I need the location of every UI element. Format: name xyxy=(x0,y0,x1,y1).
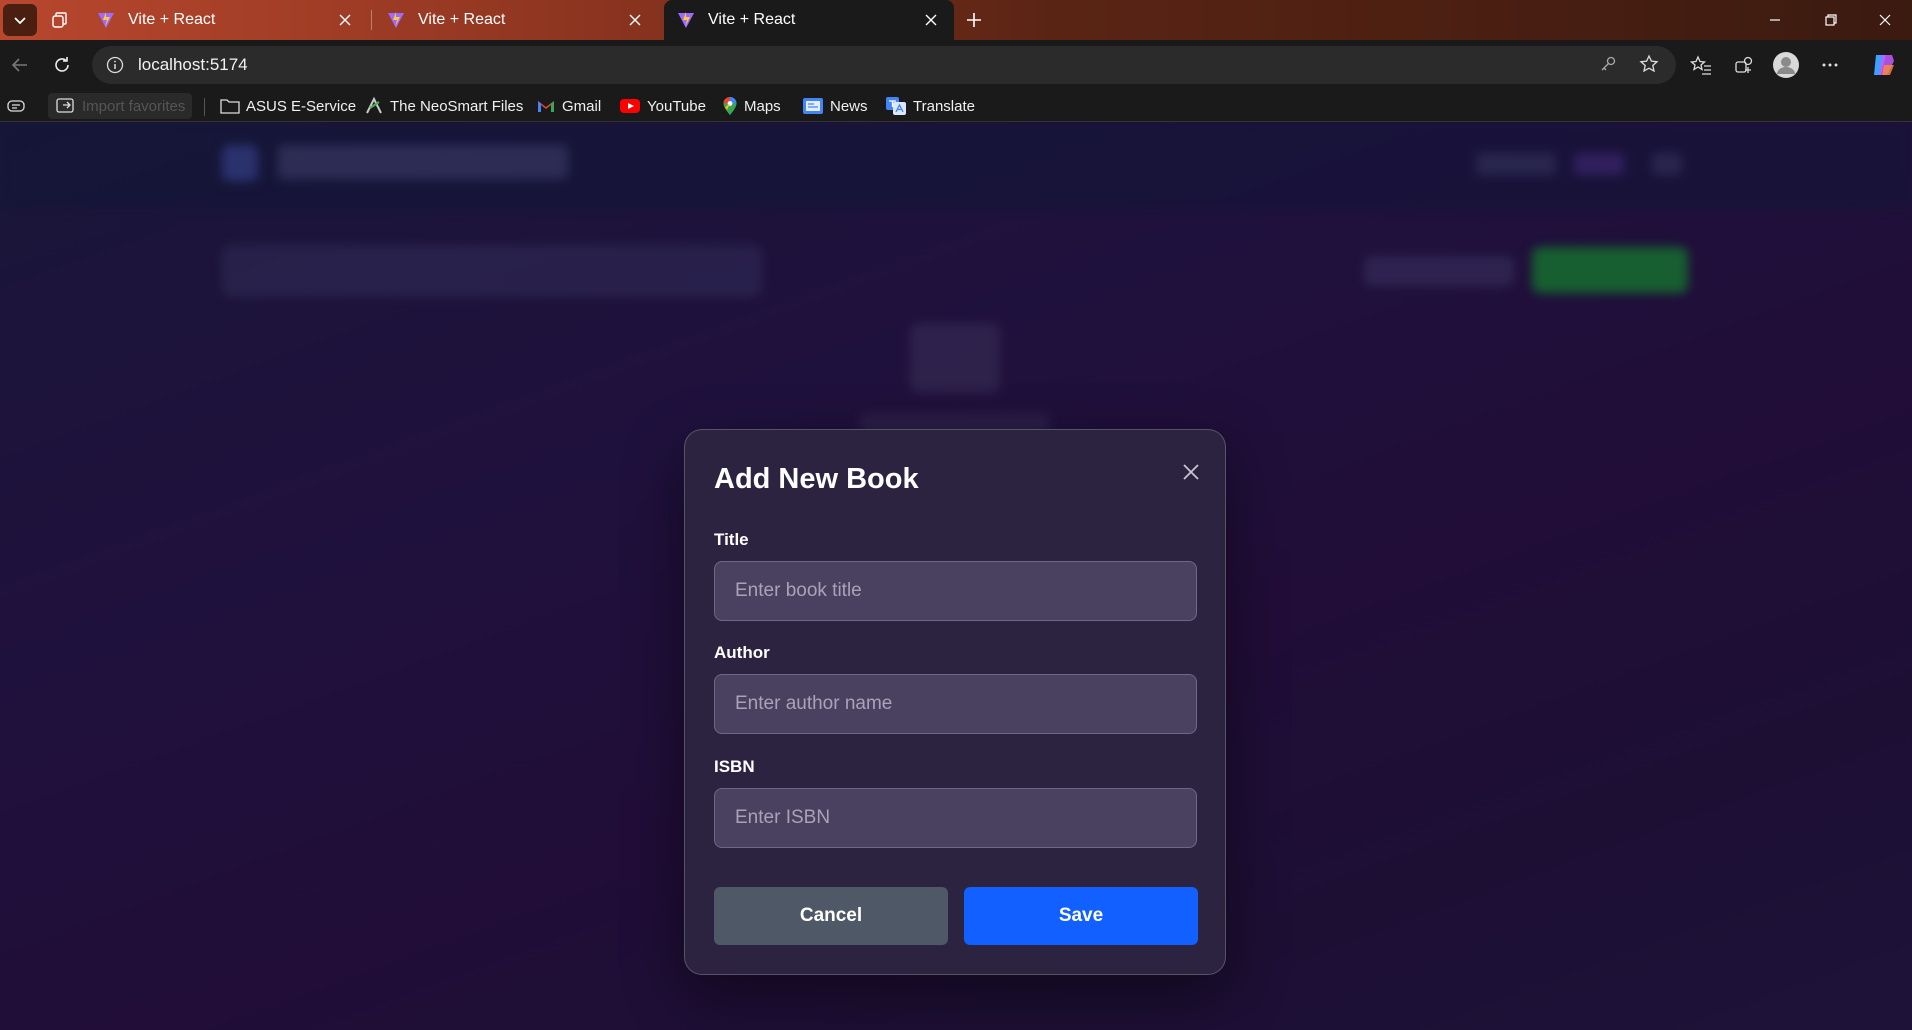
cancel-button[interactable]: Cancel xyxy=(714,887,948,945)
gmail-icon xyxy=(538,101,554,112)
bookmark-translate[interactable]: Translate xyxy=(885,93,975,119)
close-tab-icon[interactable] xyxy=(334,9,356,31)
minimize-icon xyxy=(1770,19,1780,21)
translate-icon xyxy=(886,97,906,115)
browser-toolbar: localhost:5174 xyxy=(0,40,1912,90)
import-favorites-label: Import favorites xyxy=(82,97,186,115)
title-input[interactable] xyxy=(714,561,1197,621)
vite-favicon-icon xyxy=(388,12,404,28)
refresh-button[interactable] xyxy=(44,48,80,82)
bookmark-label: Translate xyxy=(913,97,975,115)
bookmark-youtube[interactable]: YouTube xyxy=(619,93,706,119)
plus-icon xyxy=(967,13,981,27)
favorites-button[interactable] xyxy=(1683,48,1719,82)
vite-favicon-icon xyxy=(98,12,114,28)
restore-button[interactable] xyxy=(1804,0,1858,40)
bookmark-label: ASUS E-Service xyxy=(246,97,357,115)
tab-label: Vite + React xyxy=(708,11,796,28)
address-bar[interactable]: localhost:5174 xyxy=(92,46,1676,84)
neosmart-icon xyxy=(366,96,382,114)
close-icon xyxy=(1879,14,1891,26)
collections-button[interactable] xyxy=(1726,48,1762,82)
back-button[interactable] xyxy=(2,48,38,82)
close-icon xyxy=(1183,464,1199,480)
add-book-modal: Add New Book Title Author ISBN Cancel Sa… xyxy=(684,429,1226,975)
page-viewport: Add New Book Title Author ISBN Cancel Sa… xyxy=(0,123,1912,1030)
bookmark-gmail[interactable]: Gmail xyxy=(536,93,601,119)
tab-actions-menu-button[interactable] xyxy=(3,4,37,36)
chevron-down-icon xyxy=(14,17,26,25)
tab-label: Vite + React xyxy=(418,11,506,28)
tab-separator xyxy=(371,10,372,30)
news-icon xyxy=(803,98,823,114)
modal-title: Add New Book xyxy=(714,463,919,495)
bookmark-label: YouTube xyxy=(647,97,706,115)
bookmark-label: Gmail xyxy=(562,97,602,115)
favorite-star-button[interactable] xyxy=(1634,49,1664,79)
modal-close-button[interactable] xyxy=(1175,456,1207,488)
more-menu-button[interactable] xyxy=(1812,48,1848,82)
favorites-list-icon xyxy=(1690,55,1711,75)
bookmark-neosmart-files[interactable]: The NeoSmart Files xyxy=(364,93,523,119)
author-field-label: Author xyxy=(714,643,770,662)
bookmark-label: News xyxy=(830,97,868,115)
bookmark-asus-e-service[interactable]: ASUS E-Service xyxy=(220,93,356,119)
browser-title-bar: Vite + React Vite + React Vite + React xyxy=(0,0,1912,40)
copilot-button[interactable] xyxy=(1866,48,1902,82)
minimize-button[interactable] xyxy=(1748,0,1802,40)
key-icon xyxy=(1601,56,1616,71)
browser-tab-2[interactable]: Vite + React xyxy=(374,0,658,40)
tab-label: Vite + React xyxy=(128,11,216,28)
save-button[interactable]: Save xyxy=(964,887,1198,945)
browser-tab-active[interactable]: Vite + React xyxy=(664,0,954,40)
new-tab-button[interactable] xyxy=(957,4,991,36)
more-dots-icon xyxy=(1822,63,1838,67)
browser-tab-1[interactable]: Vite + React xyxy=(84,0,368,40)
import-icon xyxy=(56,98,74,113)
youtube-icon xyxy=(620,99,640,113)
star-icon xyxy=(1639,54,1659,73)
folder-icon xyxy=(220,99,240,114)
reading-view-icon xyxy=(7,100,25,112)
site-info-icon[interactable] xyxy=(106,56,124,74)
workspaces-icon xyxy=(52,12,67,28)
workspaces-button[interactable] xyxy=(43,4,77,36)
profile-button[interactable] xyxy=(1768,48,1804,82)
copilot-icon xyxy=(1874,55,1894,75)
vite-favicon-icon xyxy=(678,12,694,28)
address-url[interactable]: localhost:5174 xyxy=(138,55,248,75)
restore-icon xyxy=(1825,14,1837,26)
isbn-field-label: ISBN xyxy=(714,757,755,776)
author-input[interactable] xyxy=(714,674,1197,734)
bookmark-label: Maps xyxy=(744,97,781,115)
bookmark-news[interactable]: News xyxy=(802,93,868,119)
bookmarks-separator xyxy=(204,98,205,116)
close-tab-icon[interactable] xyxy=(920,9,942,31)
password-key-button[interactable] xyxy=(1593,49,1623,79)
close-window-button[interactable] xyxy=(1858,0,1912,40)
refresh-icon xyxy=(55,57,69,72)
close-tab-icon[interactable] xyxy=(624,9,646,31)
sidebar-toggle-button[interactable] xyxy=(6,93,32,119)
import-favorites-button[interactable]: Import favorites xyxy=(48,93,192,119)
title-field-label: Title xyxy=(714,530,749,549)
bookmark-maps[interactable]: Maps xyxy=(722,93,781,119)
isbn-input[interactable] xyxy=(714,788,1197,848)
avatar-icon xyxy=(1773,52,1799,78)
collections-icon xyxy=(1735,56,1753,73)
bookmark-label: The NeoSmart Files xyxy=(390,97,524,115)
maps-icon xyxy=(723,97,737,115)
back-arrow-icon xyxy=(11,58,27,72)
bookmarks-bar: Import favorites ASUS E-Service The NeoS… xyxy=(0,90,1912,122)
